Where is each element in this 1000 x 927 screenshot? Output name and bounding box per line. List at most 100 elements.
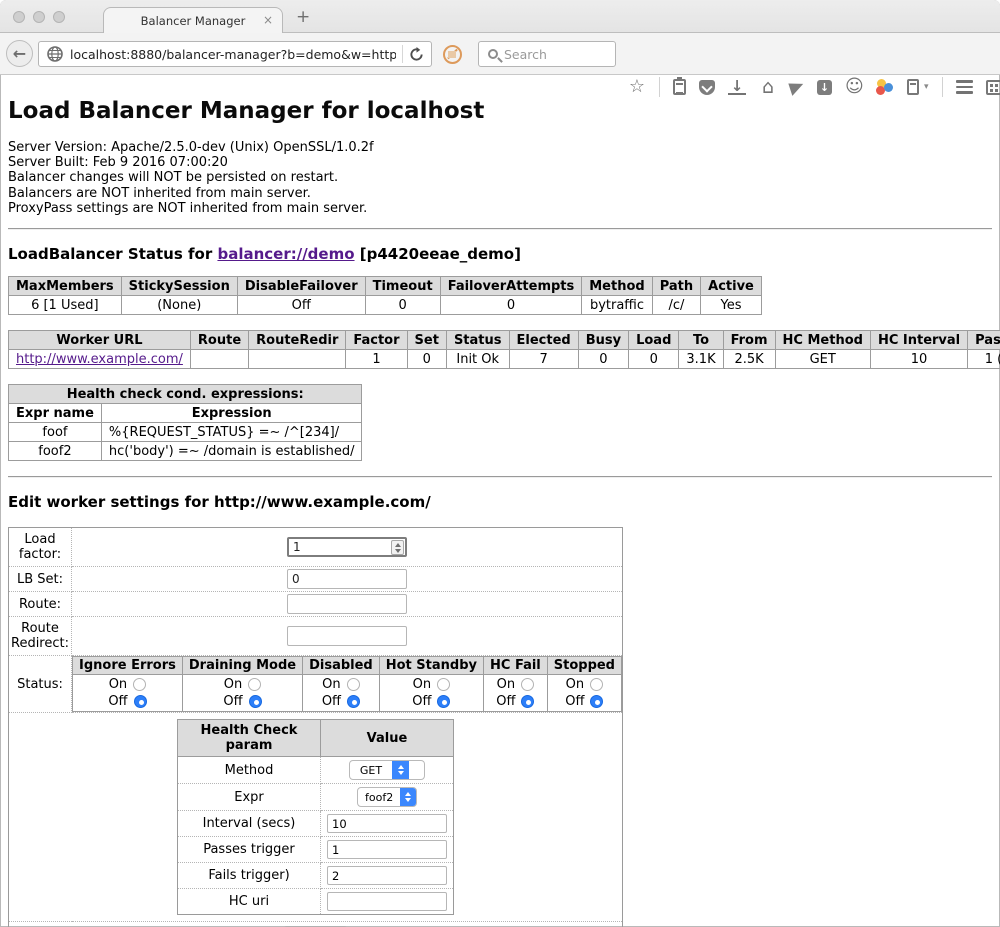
lb-set-input[interactable] xyxy=(287,569,407,589)
hc-fail-off-radio[interactable] xyxy=(521,695,534,708)
interval-input[interactable] xyxy=(327,814,447,833)
col-timeout: Timeout xyxy=(365,277,440,296)
server-built-line: Server Built: Feb 9 2016 07:00:20 xyxy=(8,155,992,170)
col-stopped: Stopped xyxy=(547,657,621,675)
window-close-button[interactable] xyxy=(13,11,25,23)
disabled-on-radio[interactable] xyxy=(347,678,360,691)
method-label: Method xyxy=(178,757,321,784)
url-bar[interactable]: localhost:8880/balancer-manager?b=demo&w… xyxy=(38,41,432,67)
server-version-line: Server Version: Apache/2.5.0-dev (Unix) … xyxy=(8,140,992,155)
tab-bar: Balancer Manager × + xyxy=(0,0,1000,33)
notice-line: Balancer changes will NOT be persisted o… xyxy=(8,170,992,185)
route-label: Route: xyxy=(9,592,72,617)
page-title: Load Balancer Manager for localhost xyxy=(8,98,992,124)
col-expression: Expression xyxy=(101,404,362,423)
route-redirect-input[interactable] xyxy=(287,626,407,646)
notice-line: ProxyPass settings are NOT inherited fro… xyxy=(8,201,992,216)
navigation-toolbar: ← localhost:8880/balancer-manager?b=demo… xyxy=(0,33,1000,75)
col-active: Active xyxy=(701,277,762,296)
expr-table-title: Health check cond. expressions: xyxy=(9,385,362,404)
col-value: Value xyxy=(321,720,454,757)
col-hc-fail: HC Fail xyxy=(484,657,548,675)
search-icon xyxy=(488,49,498,59)
table-row: http://www.example.com/ 1 0 Init Ok 7 0 … xyxy=(9,350,1000,369)
col-path: Path xyxy=(652,277,700,296)
form-row-status: Status: Ignore Errors Draining Mode Disa… xyxy=(9,656,623,713)
table-header-row: Worker URL Route RouteRedir Factor Set S… xyxy=(9,331,1000,350)
form-row-health-check: Health Check param Value Method GET xyxy=(9,713,623,922)
status-label: Status: xyxy=(9,656,72,713)
hc-uri-input[interactable] xyxy=(327,892,447,911)
form-row-route: Route: xyxy=(9,592,623,617)
col-expr-name: Expr name xyxy=(9,404,102,423)
health-check-param-table: Health Check param Value Method GET xyxy=(177,719,454,915)
new-tab-button[interactable]: + xyxy=(296,7,310,27)
col-hot-standby: Hot Standby xyxy=(379,657,483,675)
status-cell-draining-mode: On Off xyxy=(182,675,302,712)
expr-label: Expr xyxy=(178,784,321,811)
hot-standby-on-radio[interactable] xyxy=(437,678,450,691)
reload-icon[interactable] xyxy=(409,47,424,62)
page-content: Load Balancer Manager for localhost Serv… xyxy=(0,76,1000,927)
worker-url-link[interactable]: http://www.example.com/ xyxy=(16,352,183,367)
search-input[interactable] xyxy=(504,47,599,62)
status-cell-disabled: On Off xyxy=(303,675,380,712)
status-cell-hot-standby: On Off xyxy=(379,675,483,712)
globe-icon xyxy=(47,46,63,62)
hot-standby-off-radio[interactable] xyxy=(437,695,450,708)
status-cell-stopped: On Off xyxy=(547,675,621,712)
window-controls xyxy=(13,11,65,23)
passes-trigger-input[interactable] xyxy=(327,840,447,859)
route-input[interactable] xyxy=(287,594,407,614)
load-factor-label: Load factor: xyxy=(9,528,72,567)
col-stickysession: StickySession xyxy=(121,277,237,296)
table-row: foof2 hc('body') =~ /domain is establish… xyxy=(9,442,362,461)
health-check-expressions-table: Health check cond. expressions: Expr nam… xyxy=(8,384,362,461)
draining-mode-off-radio[interactable] xyxy=(249,695,262,708)
select-arrows-icon xyxy=(400,788,416,806)
edit-worker-settings-heading: Edit worker settings for http://www.exam… xyxy=(8,493,992,511)
disabled-off-radio[interactable] xyxy=(347,695,360,708)
table-header-row: MaxMembers StickySession DisableFailover… xyxy=(9,277,762,296)
col-draining-mode: Draining Mode xyxy=(182,657,302,675)
notice-line: Balancers are NOT inherited from main se… xyxy=(8,186,992,201)
window-zoom-button[interactable] xyxy=(53,11,65,23)
stopped-off-radio[interactable] xyxy=(590,695,603,708)
ignore-errors-on-radio[interactable] xyxy=(133,678,146,691)
fails-trigger-input[interactable] xyxy=(327,866,447,885)
number-stepper-icon[interactable] xyxy=(391,540,404,555)
hc-fail-on-radio[interactable] xyxy=(521,678,534,691)
blocked-content-icon[interactable] xyxy=(443,45,462,64)
load-factor-input[interactable] xyxy=(287,537,407,557)
interval-label: Interval (secs) xyxy=(178,811,321,837)
status-heading-suffix: [p4420eeae_demo] xyxy=(355,245,521,263)
window-minimize-button[interactable] xyxy=(33,11,45,23)
form-row-route-redirect: Route Redirect: xyxy=(9,617,623,656)
tab-close-icon[interactable]: × xyxy=(263,13,273,27)
table-row: foof %{REQUEST_STATUS} =~ /^[234]/ xyxy=(9,423,362,442)
col-ignore-errors: Ignore Errors xyxy=(73,657,183,675)
hc-uri-label: HC uri xyxy=(178,889,321,915)
col-failoverattempts: FailoverAttempts xyxy=(440,277,582,296)
expr-select[interactable]: foof2 xyxy=(357,787,417,807)
url-text: localhost:8880/balancer-manager?b=demo&w… xyxy=(70,47,396,62)
status-cell-ignore-errors: On Off xyxy=(73,675,183,712)
back-button[interactable]: ← xyxy=(6,40,33,67)
stopped-on-radio[interactable] xyxy=(590,678,603,691)
worker-status-table: Worker URL Route RouteRedir Factor Set S… xyxy=(8,330,1000,369)
tab-title: Balancer Manager xyxy=(141,14,246,28)
form-row-lb-set: LB Set: xyxy=(9,567,623,592)
col-health-check-param: Health Check param xyxy=(178,720,321,757)
col-method: Method xyxy=(582,277,652,296)
balancer-demo-link[interactable]: balancer://demo xyxy=(217,245,354,263)
form-row-submit: Submit xyxy=(9,922,623,927)
ignore-errors-off-radio[interactable] xyxy=(134,695,147,708)
method-select[interactable]: GET xyxy=(349,760,425,780)
tab-balancer-manager[interactable]: Balancer Manager × xyxy=(103,7,283,34)
balancer-status-table: MaxMembers StickySession DisableFailover… xyxy=(8,276,762,315)
divider xyxy=(8,228,992,230)
draining-mode-on-radio[interactable] xyxy=(248,678,261,691)
col-disablefailover: DisableFailover xyxy=(237,277,365,296)
fails-trigger-label: Fails trigger) xyxy=(178,863,321,889)
search-bar[interactable] xyxy=(478,41,616,67)
